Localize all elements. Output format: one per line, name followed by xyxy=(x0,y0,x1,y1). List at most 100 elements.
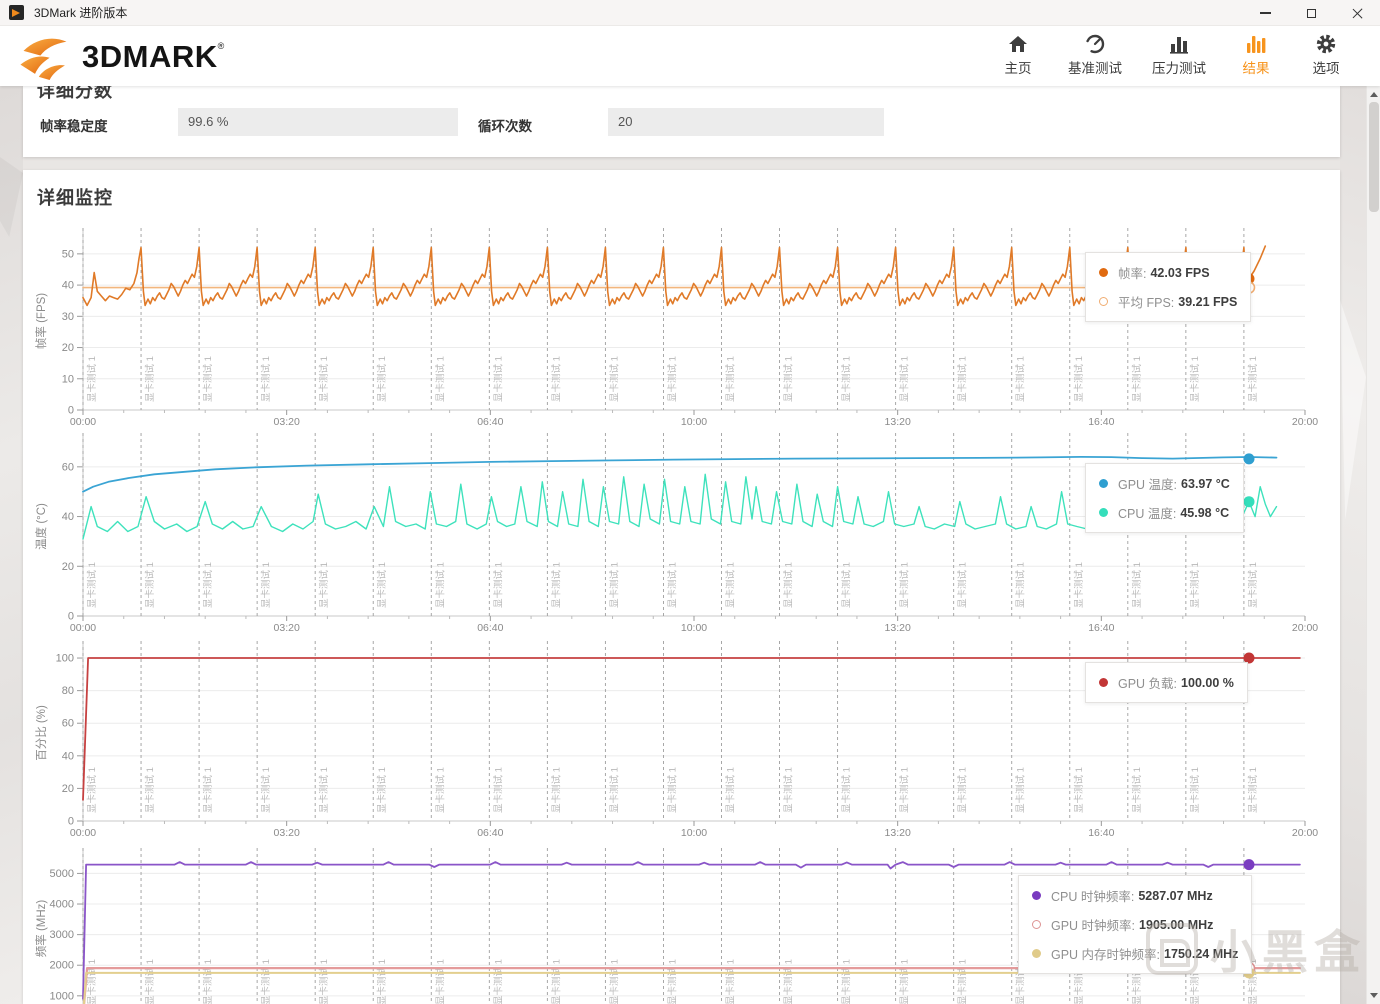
svg-text:显卡测试 1: 显卡测试 1 xyxy=(1189,767,1201,813)
legend-marker-icon xyxy=(1099,479,1108,488)
detailed-score-panel: 详细分数 帧率稳定度 99.6 % 循环次数 20 xyxy=(23,86,1340,157)
svg-text:帧率 (FPS): 帧率 (FPS) xyxy=(34,293,48,349)
legend-value: 45.98 °C xyxy=(1180,505,1230,520)
svg-text:显卡测试 1: 显卡测试 1 xyxy=(202,356,214,402)
legend-label: 平均 FPS: xyxy=(1118,296,1175,310)
scrollbar-thumb[interactable] xyxy=(1369,102,1379,212)
stress-chart-icon xyxy=(1170,37,1188,54)
svg-text:显卡测试 1: 显卡测试 1 xyxy=(1189,356,1201,402)
svg-text:显卡测试 1: 显卡测试 1 xyxy=(550,562,562,608)
svg-text:频率 (MHz): 频率 (MHz) xyxy=(34,900,48,958)
svg-text:显卡测试 1: 显卡测试 1 xyxy=(434,356,446,402)
options-gear-icon xyxy=(1316,34,1336,54)
svg-text:40: 40 xyxy=(62,750,74,762)
svg-text:显卡测试 1: 显卡测试 1 xyxy=(434,959,446,1004)
loop-count-label: 循环次数 xyxy=(478,119,532,134)
svg-text:16:40: 16:40 xyxy=(1088,622,1114,634)
maximize-icon xyxy=(1306,8,1316,18)
svg-text:显卡测试 1: 显卡测试 1 xyxy=(1015,562,1027,608)
window-title: 3DMark 进阶版本 xyxy=(34,6,128,20)
svg-text:60: 60 xyxy=(62,718,74,730)
nav-item-home[interactable]: 主页 xyxy=(998,33,1038,77)
flame-icon xyxy=(20,38,67,80)
legend-value: 1905.00 MHz xyxy=(1139,917,1214,932)
scroll-up-icon[interactable] xyxy=(1370,92,1378,97)
svg-text:显卡测试 1: 显卡测试 1 xyxy=(1015,356,1027,402)
background-polygon xyxy=(0,86,23,1004)
legend-item: GPU 时钟频率: 1905.00 MHz xyxy=(1032,915,1238,934)
fps-chart-legend: 帧率: 42.03 FPS 平均 FPS: 39.21 FPS xyxy=(1085,252,1252,322)
background-polygon xyxy=(1340,86,1366,1004)
svg-text:显卡测试 1: 显卡测试 1 xyxy=(550,959,562,1004)
fps-stability-field[interactable]: 99.6 % xyxy=(178,108,458,136)
svg-text:40: 40 xyxy=(62,280,74,292)
svg-text:显卡测试 1: 显卡测试 1 xyxy=(318,767,330,813)
svg-text:显卡测试 1: 显卡测试 1 xyxy=(957,356,969,402)
results-chart-icon xyxy=(1247,36,1266,53)
vertical-scrollbar[interactable] xyxy=(1366,86,1380,1004)
svg-text:80: 80 xyxy=(62,685,74,697)
svg-text:显卡测试 1: 显卡测试 1 xyxy=(260,356,272,402)
gpu-load-chart-legend: GPU 负载: 100.00 % xyxy=(1085,662,1248,703)
maximize-button[interactable] xyxy=(1288,0,1334,26)
clock-chart-legend: CPU 时钟频率: 5287.07 MHz GPU 时钟频率: 1905.00 MHz… xyxy=(1018,875,1253,974)
svg-text:显卡测试 1: 显卡测试 1 xyxy=(724,356,736,402)
svg-text:显卡测试 1: 显卡测试 1 xyxy=(260,767,272,813)
home-icon xyxy=(1009,36,1027,52)
svg-text:06:40: 06:40 xyxy=(477,827,503,839)
svg-text:0: 0 xyxy=(68,405,74,417)
svg-text:40: 40 xyxy=(62,511,74,523)
legend-value: 63.97 °C xyxy=(1181,476,1230,491)
legend-marker-icon xyxy=(1032,891,1041,900)
legend-item: 平均 FPS: 39.21 FPS xyxy=(1099,292,1237,311)
scroll-down-icon[interactable] xyxy=(1370,993,1378,998)
svg-text:显卡测试 1: 显卡测试 1 xyxy=(202,767,214,813)
legend-marker-icon xyxy=(1099,508,1108,517)
svg-text:显卡测试 1: 显卡测试 1 xyxy=(86,959,98,1004)
background-polygon xyxy=(0,157,23,237)
legend-item: GPU 温度: 63.97 °C xyxy=(1099,474,1230,493)
svg-text:显卡测试 1: 显卡测试 1 xyxy=(86,562,98,608)
minimize-button[interactable] xyxy=(1242,0,1288,26)
close-button[interactable] xyxy=(1334,0,1380,26)
nav-item-results[interactable]: 结果 xyxy=(1236,33,1276,77)
svg-text:显卡测试 1: 显卡测试 1 xyxy=(434,562,446,608)
svg-text:20: 20 xyxy=(62,783,74,795)
svg-text:显卡测试 1: 显卡测试 1 xyxy=(666,959,678,1004)
svg-text:100: 100 xyxy=(56,653,74,665)
legend-value: 5287.07 MHz xyxy=(1138,888,1213,903)
loop-count-field[interactable]: 20 xyxy=(608,108,884,136)
nav-item-benchmarks[interactable]: 基准测试 xyxy=(1068,33,1122,77)
svg-text:显卡测试 1: 显卡测试 1 xyxy=(376,562,388,608)
legend-value: 39.21 FPS xyxy=(1178,294,1238,309)
svg-text:20: 20 xyxy=(62,561,74,573)
temperature-chart-legend: GPU 温度: 63.97 °C CPU 温度: 45.98 °C xyxy=(1085,463,1244,533)
svg-text:显卡测试 1: 显卡测试 1 xyxy=(86,356,98,402)
nav-item-stress-tests[interactable]: 压力测试 xyxy=(1152,33,1206,77)
window-titlebar: 3DMark 进阶版本 xyxy=(0,0,1380,26)
svg-text:显卡测试 1: 显卡测试 1 xyxy=(318,356,330,402)
minimize-icon xyxy=(1259,12,1271,14)
svg-text:显卡测试 1: 显卡测试 1 xyxy=(1131,356,1143,402)
fps-stability-label: 帧率稳定度 xyxy=(40,119,108,134)
svg-text:显卡测试 1: 显卡测试 1 xyxy=(376,767,388,813)
svg-text:显卡测试 1: 显卡测试 1 xyxy=(899,562,911,608)
svg-text:显卡测试 1: 显卡测试 1 xyxy=(899,356,911,402)
svg-text:0: 0 xyxy=(68,816,74,828)
svg-text:4000: 4000 xyxy=(50,899,74,911)
nav-item-options[interactable]: 选项 xyxy=(1306,33,1346,77)
app-header: 3DMARK® 主页 基准测试 压力测试 结果 选项 xyxy=(0,26,1380,86)
svg-text:显卡测试 1: 显卡测试 1 xyxy=(260,562,272,608)
svg-text:50: 50 xyxy=(62,248,74,260)
svg-text:显卡测试 1: 显卡测试 1 xyxy=(608,767,620,813)
svg-text:10:00: 10:00 xyxy=(681,416,707,428)
svg-text:显卡测试 1: 显卡测试 1 xyxy=(144,959,156,1004)
svg-text:显卡测试 1: 显卡测试 1 xyxy=(841,959,853,1004)
svg-text:20:00: 20:00 xyxy=(1292,827,1318,839)
svg-text:显卡测试 1: 显卡测试 1 xyxy=(957,959,969,1004)
svg-text:16:40: 16:40 xyxy=(1088,416,1114,428)
legend-label: CPU 时钟频率: xyxy=(1051,890,1135,904)
svg-text:10:00: 10:00 xyxy=(681,827,707,839)
svg-text:显卡测试 1: 显卡测试 1 xyxy=(144,767,156,813)
legend-marker-icon xyxy=(1099,297,1108,306)
